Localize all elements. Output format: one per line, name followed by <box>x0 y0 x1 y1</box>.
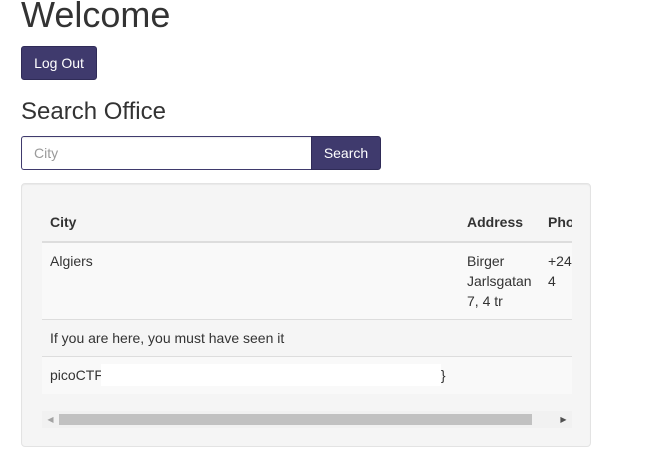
redaction-block <box>100 363 441 386</box>
table-row-note: If you are here, you must have seen it <box>42 319 572 357</box>
column-header-address: Address <box>459 203 540 243</box>
search-button[interactable]: Search <box>311 136 381 170</box>
flag-prefix: picoCTF <box>50 367 103 383</box>
flag-cell: picoCTF} <box>42 357 572 394</box>
offices-table: City Address Phone Algiers Birger Jarlsg… <box>42 203 572 394</box>
table-header-row: City Address Phone <box>42 203 572 243</box>
table-row: Algiers Birger Jarlsgatan 7, 4 tr +24 8-… <box>42 242 572 320</box>
horizontal-scrollbar[interactable]: ◀ ▶ <box>42 411 572 428</box>
results-table-viewport[interactable]: City Address Phone Algiers Birger Jarlsg… <box>42 203 572 411</box>
flag-suffix: } <box>440 367 446 383</box>
page-title: Welcome <box>21 0 171 35</box>
table-row-flag: picoCTF} <box>42 356 572 394</box>
city-search-input[interactable] <box>21 136 312 170</box>
cell-phone: +24 8-61 99 4 <box>548 253 572 289</box>
scroll-left-arrow-icon[interactable]: ◀ <box>42 411 59 428</box>
results-panel: City Address Phone Algiers Birger Jarlsg… <box>21 183 591 447</box>
search-heading: Search Office <box>21 98 166 125</box>
cell-city: Algiers <box>50 253 93 269</box>
scrollbar-thumb[interactable] <box>59 414 532 425</box>
note-cell: If you are here, you must have seen it <box>50 330 285 346</box>
scroll-right-arrow-icon[interactable]: ▶ <box>555 411 572 428</box>
column-header-phone: Phone <box>540 203 572 243</box>
column-header-city: City <box>42 203 459 243</box>
cell-address: Birger Jarlsgatan 7, 4 tr <box>467 253 532 309</box>
log-out-button[interactable]: Log Out <box>21 46 97 80</box>
